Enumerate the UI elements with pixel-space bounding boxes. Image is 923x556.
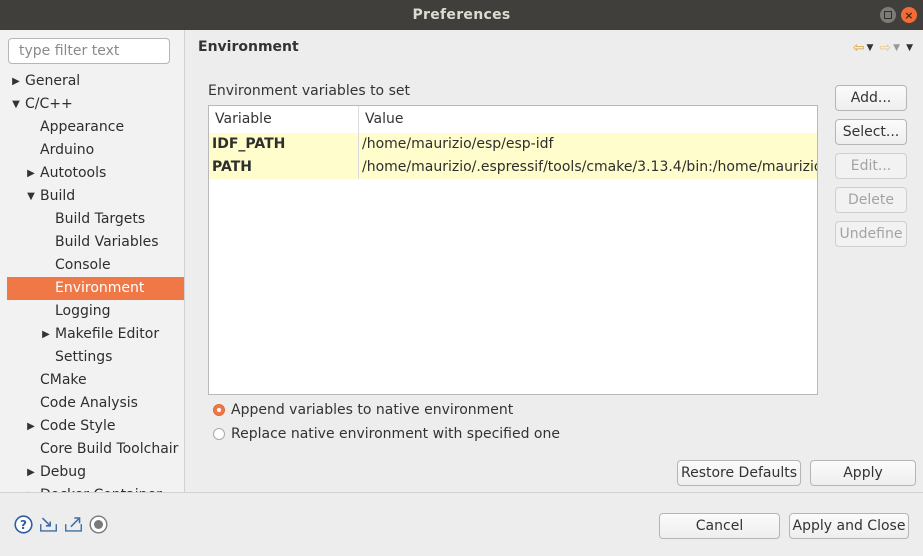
tree-item-label: Makefile Editor	[55, 326, 160, 342]
collapsed-arrow-icon[interactable]: ▶	[26, 415, 36, 438]
tree-item[interactable]: ▶ Makefile Editor	[0, 323, 184, 346]
delete-button[interactable]: Delete	[835, 187, 907, 213]
replace-radio[interactable]	[213, 428, 225, 440]
tree-item-label: Environment	[55, 280, 145, 296]
collapsed-arrow-icon[interactable]: ▶	[11, 70, 21, 93]
tree-item[interactable]: ▼ Build	[0, 185, 184, 208]
tree-item[interactable]: ▶ Code Style	[0, 415, 184, 438]
collapsed-arrow-icon[interactable]: ▶	[41, 323, 51, 346]
tree-item[interactable]: ▶ General	[0, 70, 184, 93]
variable-cell: PATH	[212, 159, 252, 175]
tree-item-label: Appearance	[40, 119, 125, 135]
tree-item[interactable]: Build Targets	[0, 208, 184, 231]
variable-cell: IDF_PATH	[212, 136, 286, 152]
tree-item[interactable]: Settings	[0, 346, 184, 369]
append-radio[interactable]	[213, 404, 225, 416]
title-bar: Preferences ×	[0, 0, 923, 30]
dialog-footer: ? Cancel Apply and Close	[0, 492, 923, 556]
tree-item[interactable]: Core Build Toolchair	[0, 438, 184, 461]
tree-item[interactable]: Console	[0, 254, 184, 277]
edit-button[interactable]: Edit...	[835, 153, 907, 179]
back-arrow-icon[interactable]: ⇦	[853, 41, 865, 55]
filter-input[interactable]	[8, 38, 170, 64]
close-icon[interactable]: ×	[901, 7, 917, 23]
tree-item-label: Autotools	[40, 165, 107, 181]
forward-dropdown-icon[interactable]: ▼	[893, 43, 900, 53]
export-icon[interactable]	[64, 515, 83, 534]
tree-item-label: Core Build Toolchair	[40, 441, 179, 457]
page-title: Environment	[198, 39, 299, 55]
tree-item-label: Code Style	[40, 418, 116, 434]
maximize-icon[interactable]	[880, 7, 896, 23]
column-header-variable[interactable]: Variable	[209, 106, 358, 133]
expanded-arrow-icon[interactable]: ▼	[11, 93, 21, 116]
forward-arrow-icon[interactable]: ⇨	[879, 41, 891, 55]
value-cell: /home/maurizio/.espressif/tools/cmake/3.…	[362, 159, 817, 175]
tree-item[interactable]: Code Analysis	[0, 392, 184, 415]
tree-item-label: Debug	[40, 464, 87, 480]
cancel-button[interactable]: Cancel	[659, 513, 780, 539]
back-dropdown-icon[interactable]: ▼	[867, 43, 874, 53]
replace-label: Replace native environment with specifie…	[231, 426, 560, 442]
preference-page: Environment ⇦ ▼ ⇨ ▼ ▼ Environment variab…	[185, 30, 923, 492]
restore-defaults-button[interactable]: Restore Defaults	[677, 460, 801, 486]
tree-item-label: Logging	[55, 303, 111, 319]
page-header: Environment ⇦ ▼ ⇨ ▼ ▼	[185, 30, 923, 64]
undefine-button[interactable]: Undefine	[835, 221, 907, 247]
tree-item[interactable]: Build Variables	[0, 231, 184, 254]
window-title: Preferences	[412, 7, 511, 23]
preferences-tree: ▶ General ▼ C/C++ Appearance Arduino ▶ Autotool…	[0, 70, 184, 492]
tree-item[interactable]: ▼ C/C++	[0, 93, 184, 116]
tree-item[interactable]: Environment	[7, 277, 184, 300]
collapsed-arrow-icon[interactable]: ▶	[26, 162, 36, 185]
apply-and-close-button[interactable]: Apply and Close	[789, 513, 909, 539]
replace-option[interactable]: Replace native environment with specifie…	[213, 426, 560, 442]
tree-item[interactable]: ▶ Autotools	[0, 162, 184, 185]
collapsed-arrow-icon[interactable]: ▶	[26, 484, 36, 492]
tree-item-label: Docker Container	[40, 484, 162, 492]
table-row[interactable]: IDF_PATH /home/maurizio/esp/esp-idf	[209, 133, 817, 156]
select-button[interactable]: Select...	[835, 119, 907, 145]
section-label: Environment variables to set	[208, 83, 410, 99]
preferences-sidebar: ▶General▼C/C++AppearanceArduino▶Autotool…	[0, 30, 185, 492]
tree-item-label: Build Targets	[55, 211, 146, 227]
record-icon[interactable]	[89, 515, 108, 534]
tree-item-label: Build	[40, 188, 76, 204]
help-icon[interactable]: ?	[14, 515, 33, 534]
tree-item-label: General	[25, 73, 81, 89]
apply-button[interactable]: Apply	[810, 460, 916, 486]
collapsed-arrow-icon[interactable]: ▶	[26, 461, 36, 484]
tree-item-label: C/C++	[25, 96, 73, 112]
tree-item[interactable]: CMake	[0, 369, 184, 392]
tree-item-label: Build Variables	[55, 234, 159, 250]
footer-icons: ?	[14, 515, 108, 534]
append-label: Append variables to native environment	[231, 402, 514, 418]
tree-item-label: CMake	[40, 372, 87, 388]
history-nav: ⇦ ▼ ⇨ ▼ ▼	[853, 41, 917, 55]
tree-item[interactable]: Appearance	[0, 116, 184, 139]
tree-item-label: Settings	[55, 349, 113, 365]
view-menu-icon[interactable]: ▼	[906, 43, 913, 53]
append-option[interactable]: Append variables to native environment	[213, 402, 513, 418]
tree-item-label: Code Analysis	[40, 395, 138, 411]
tree-item[interactable]: Logging	[0, 300, 184, 323]
tree-item[interactable]: Arduino	[0, 139, 184, 162]
table-header: Variable Value	[209, 106, 817, 134]
expanded-arrow-icon[interactable]: ▼	[26, 185, 36, 208]
env-variables-table[interactable]: Variable Value IDF_PATH /home/maurizio/e…	[208, 105, 818, 395]
tree-item[interactable]: ▶ Docker Container	[0, 484, 184, 492]
tree-item-label: Console	[55, 257, 111, 273]
column-header-value[interactable]: Value	[359, 106, 815, 133]
add-button[interactable]: Add...	[835, 85, 907, 111]
tree-item-label: Arduino	[40, 142, 95, 158]
value-cell: /home/maurizio/esp/esp-idf	[362, 136, 554, 152]
svg-text:?: ?	[20, 518, 27, 532]
table-row[interactable]: PATH /home/maurizio/.espressif/tools/cma…	[209, 156, 817, 179]
import-icon[interactable]	[39, 515, 58, 534]
tree-item[interactable]: ▶ Debug	[0, 461, 184, 484]
